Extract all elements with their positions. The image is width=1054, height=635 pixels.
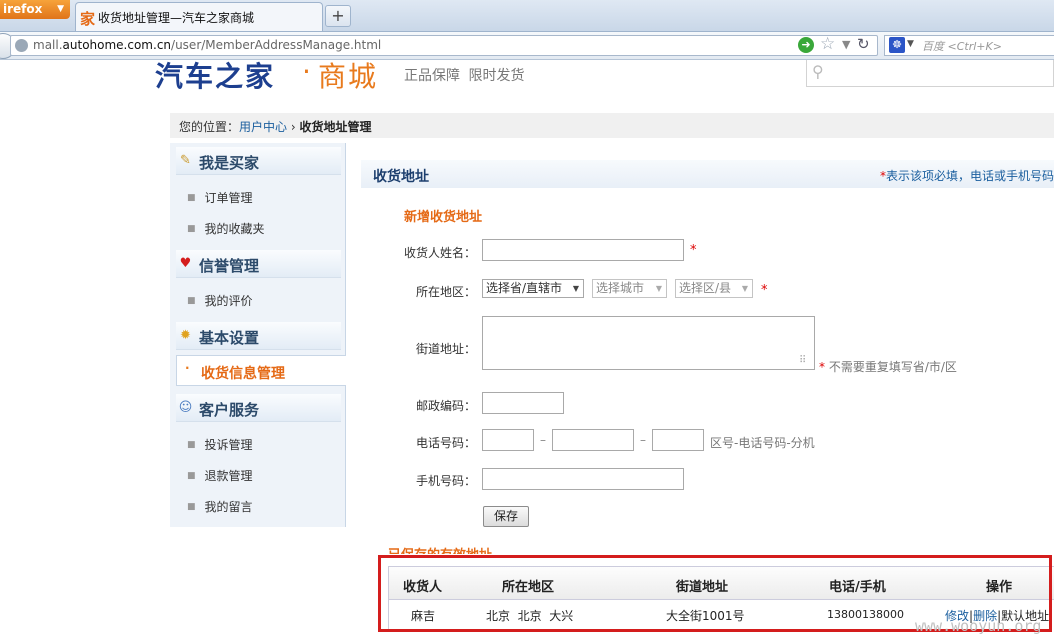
firefox-menu-label: irefox (3, 2, 43, 16)
sidebar-section-title: 我是买家 (199, 154, 260, 172)
breadcrumb: 您的位置：用户中心 › 收货地址管理 (179, 118, 371, 135)
street-note-text: 不需要重复填写省/市/区 (828, 360, 957, 374)
required-star: * (819, 360, 825, 374)
zip-label: 邮政编码： (415, 399, 476, 413)
sidebar: ✎ 我是买家 ■ 订单管理 ■ 我的收藏夹 ♥ 信誉管理 ■ 我的评价 ✹ 基本设置 … (170, 143, 345, 527)
site-favicon-icon: 家 (80, 10, 96, 28)
sidebar-item-label: 我的留言 (204, 500, 253, 514)
sidebar-section-title: 信誉管理 (199, 257, 260, 275)
site-search-input[interactable] (806, 60, 1054, 87)
sidebar-section-title: 客户服务 (199, 401, 260, 419)
city-value: 选择城市 (596, 281, 645, 295)
sidebar-item-messages[interactable]: ■ 我的留言 (187, 498, 253, 515)
buyer-icon: ✎ (180, 153, 191, 168)
required-star: * (690, 243, 697, 258)
chevron-down-icon: ▼ (655, 284, 662, 293)
required-note-text: 表示该项必填，电话或手机号码 (886, 169, 1054, 183)
district-value: 选择区/县 (679, 281, 732, 295)
new-address-title: 新增收货地址 (404, 210, 483, 225)
tab-title: 收货地址管理—汽车之家商城 (98, 11, 255, 25)
district-select[interactable]: 选择区/县 ▼ (675, 279, 753, 298)
sidebar-item-favorites[interactable]: ■ 我的收藏夹 (187, 220, 265, 237)
sidebar-item-orders[interactable]: ■ 订单管理 (187, 189, 253, 206)
sidebar-section-service[interactable]: ☺ 客户服务 (176, 394, 341, 422)
street-note: * 不需要重复填写省/市/区 (819, 358, 957, 375)
sidebar-section-title: 基本设置 (199, 329, 260, 347)
name-label: 收货人姓名： (403, 246, 476, 260)
city-select[interactable]: 选择城市 ▼ (592, 279, 667, 298)
breadcrumb-prefix: 您的位置： (179, 120, 240, 134)
phone-dash: – (640, 433, 646, 447)
url-path: /user/MemberAddressManage.html (171, 38, 382, 52)
bookmark-star-icon[interactable]: ☆ (820, 34, 835, 54)
search-icon[interactable]: ⚲ (812, 62, 824, 81)
phone-extension-input[interactable] (652, 429, 704, 451)
province-select[interactable]: 选择省/直辖市 ▼ (482, 279, 584, 298)
street-label: 街道地址： (415, 342, 476, 356)
baidu-paw-icon[interactable]: ☸ (889, 37, 905, 53)
resize-grip-icon[interactable]: ⠿ (799, 355, 806, 366)
site-logo[interactable]: 汽车之家 (155, 55, 275, 95)
phone-area-code-input[interactable] (482, 429, 534, 451)
url-prefix: mall. (33, 38, 63, 52)
phone-number-input[interactable] (552, 429, 634, 451)
phone-dash: – (540, 433, 546, 447)
panel-title: 收货地址 (373, 169, 429, 185)
required-star: * (761, 283, 768, 298)
sidebar-item-complaints[interactable]: ■ 投诉管理 (187, 436, 253, 453)
history-dropdown-icon[interactable]: ▼ (842, 38, 850, 51)
phone-label: 电话号码： (415, 436, 476, 450)
sidebar-item-label: 订单管理 (204, 191, 253, 205)
receiver-name-input[interactable] (482, 239, 684, 261)
sidebar-active-label: 收货信息管理 (201, 366, 285, 382)
browser-tab[interactable]: 家 收货地址管理—汽车之家商城 (75, 2, 323, 31)
province-value: 选择省/直辖市 (486, 281, 563, 295)
divider (345, 143, 346, 355)
mobile-input[interactable] (482, 468, 684, 490)
settings-icon: ✹ (180, 328, 191, 343)
watermark: www.wooyun.org (915, 617, 1042, 635)
sidebar-item-label: 我的评价 (204, 294, 253, 308)
reload-icon[interactable]: ↻ (857, 35, 870, 53)
breadcrumb-link-user-center[interactable]: 用户中心 (239, 120, 287, 134)
zip-code-input[interactable] (482, 392, 564, 414)
sidebar-section-buyer[interactable]: ✎ 我是买家 (176, 147, 341, 175)
new-tab-button[interactable]: + (325, 5, 351, 27)
site-slogan: 正品保障 限时发货 (404, 68, 525, 84)
mobile-label: 手机号码： (415, 474, 476, 488)
saved-addresses-title: 已保存的有效地址 (388, 544, 492, 554)
save-button[interactable]: 保存 (483, 506, 529, 527)
sidebar-item-label: 我的收藏夹 (204, 222, 265, 236)
sidebar-item-address-active[interactable]: · 收货信息管理 (176, 355, 346, 386)
heart-icon: ♥ (179, 256, 192, 271)
sidebar-item-label: 投诉管理 (204, 438, 253, 452)
sidebar-item-refunds[interactable]: ■ 退款管理 (187, 467, 253, 484)
firefox-menu-button[interactable]: irefox ▼ (0, 0, 70, 19)
search-engine-dropdown-icon[interactable]: ▼ (907, 39, 914, 49)
active-bullet-icon: · (185, 361, 190, 375)
chevron-down-icon: ▼ (57, 4, 64, 14)
sidebar-section-credit[interactable]: ♥ 信誉管理 (176, 250, 341, 278)
site-logo-sub[interactable]: 商城 (318, 55, 378, 95)
url-text[interactable]: mall.autohome.com.cn/user/MemberAddressM… (33, 38, 381, 52)
region-label: 所在地区： (415, 285, 476, 299)
sidebar-item-label: 退款管理 (204, 469, 253, 483)
service-icon: ☺ (178, 400, 193, 415)
browser-search-placeholder: 百度 <Ctrl+K> (922, 40, 1002, 53)
street-address-textarea[interactable] (482, 316, 815, 370)
url-domain: autohome.com.cn (62, 38, 172, 52)
sidebar-section-settings[interactable]: ✹ 基本设置 (176, 322, 341, 350)
breadcrumb-separator: › (287, 120, 300, 134)
chevron-down-icon: ▼ (741, 284, 748, 293)
globe-icon (15, 39, 28, 52)
required-note: *表示该项必填，电话或手机号码 (880, 167, 1054, 184)
site-logo-dot: · (302, 55, 311, 88)
breadcrumb-current: 收货地址管理 (299, 120, 372, 134)
chevron-down-icon: ▼ (572, 284, 579, 293)
divider (345, 386, 346, 527)
go-icon[interactable]: ➜ (798, 37, 814, 53)
sidebar-item-reviews[interactable]: ■ 我的评价 (187, 292, 253, 309)
phone-hint: 区号-电话号码-分机 (710, 436, 815, 450)
